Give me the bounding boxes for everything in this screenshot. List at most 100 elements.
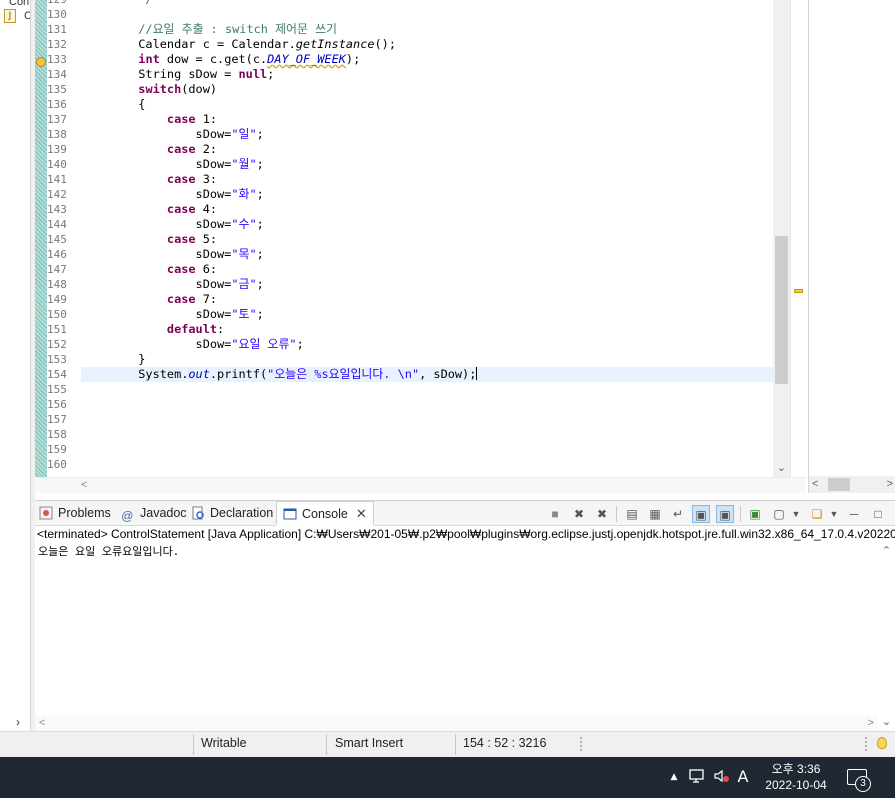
code-line[interactable]: case 5: <box>81 232 217 247</box>
code-line[interactable]: default: <box>81 322 224 337</box>
code-line[interactable]: case 3: <box>81 172 217 187</box>
code-line[interactable]: case 1: <box>81 112 217 127</box>
explorer-item-label[interactable]: C <box>24 10 30 22</box>
scroll-down-arrow-icon[interactable]: ⌄ <box>773 460 790 477</box>
chevron-up-icon[interactable]: ▲ <box>667 768 681 786</box>
console-vertical-scrollbar[interactable]: ⌃ ⌄ <box>878 544 895 732</box>
code-line[interactable]: int dow = c.get(c.DAY_OF_WEEK); <box>81 52 360 67</box>
chevron-down-icon[interactable]: ▼ <box>787 505 805 523</box>
code-line[interactable]: sDow="화"; <box>81 187 264 202</box>
code-token: case <box>166 232 196 246</box>
line-number: 135 <box>47 83 67 96</box>
code-line[interactable]: case 4: <box>81 202 217 217</box>
code-line[interactable]: sDow="목"; <box>81 247 264 262</box>
code-line[interactable]: switch(dow) <box>81 82 217 97</box>
open-console-icon[interactable]: ❏ <box>808 505 826 523</box>
tab-javadoc[interactable]: @ Javadoc <box>121 501 187 526</box>
scroll-lock-icon[interactable]: ▦ <box>646 505 664 523</box>
display-console-icon[interactable]: ▢ <box>770 505 788 523</box>
show-on-stdout-icon[interactable]: ▣ <box>692 505 710 523</box>
code-token: sDow= <box>81 217 232 231</box>
outline-horizontal-scrollbar[interactable]: < > <box>809 476 895 493</box>
code-line[interactable]: sDow="요일 오류"; <box>81 337 304 352</box>
show-on-stderr-icon[interactable]: ▣ <box>716 505 734 523</box>
code-line[interactable]: case 7: <box>81 292 217 307</box>
lightbulb-icon[interactable] <box>877 737 887 749</box>
code-line[interactable]: case 2: <box>81 142 217 157</box>
editor-vertical-scrollbar[interactable]: ⌄ <box>773 0 790 477</box>
close-icon[interactable]: ✕ <box>356 506 367 521</box>
line-number: 146 <box>47 248 67 261</box>
outline-scroll-thumb[interactable] <box>828 478 850 491</box>
code-token: (); <box>374 37 396 51</box>
warning-marker-icon[interactable] <box>36 57 46 67</box>
overview-warning-mark[interactable] <box>794 289 803 293</box>
maximize-icon[interactable]: □ <box>869 505 887 523</box>
pin-console-icon[interactable]: ▣ <box>746 505 764 523</box>
java-file-icon[interactable]: J <box>4 9 16 23</box>
editor-scroll-thumb[interactable] <box>775 236 788 384</box>
code-token: out <box>188 367 210 381</box>
editor-horizontal-scrollbar[interactable]: < <box>35 477 805 493</box>
remove-all-launches-icon[interactable]: ✖ <box>593 505 611 523</box>
chevron-down-icon[interactable]: ▼ <box>825 505 843 523</box>
code-token: "금" <box>231 277 257 291</box>
current-code-line[interactable]: System.out.printf("오늘은 %s요일입니다. \n", sDo… <box>81 367 773 382</box>
code-line[interactable]: Calendar c = Calendar.getInstance(); <box>81 37 396 52</box>
code-line[interactable]: sDow="일"; <box>81 127 264 142</box>
code-line[interactable]: */ <box>81 0 152 7</box>
code-area[interactable]: */ //요일 추출 : switch 제어문 쓰기 Calendar c = … <box>81 0 773 477</box>
scroll-left-arrow-icon[interactable]: < <box>39 715 45 732</box>
code-token: "화" <box>231 187 257 201</box>
word-wrap-icon[interactable]: ↵ <box>669 505 687 523</box>
notification-count-badge: 3 <box>855 776 871 792</box>
explorer-scroll-right-arrow[interactable]: › <box>0 713 30 731</box>
system-clock[interactable]: 오후 3:36 2022-10-04 <box>752 761 840 793</box>
tab-problems-label: Problems <box>58 506 111 520</box>
clear-console-icon[interactable]: ▤ <box>623 505 641 523</box>
tab-console-label: Console <box>302 507 348 521</box>
scroll-up-arrow-icon[interactable]: ⌃ <box>878 544 895 557</box>
code-line[interactable]: sDow="수"; <box>81 217 264 232</box>
minimize-icon[interactable]: ─ <box>845 505 863 523</box>
code-token: ; <box>256 217 264 231</box>
tab-declaration-label: Declaration <box>210 506 274 520</box>
java-editor[interactable]: 129130 131 132 133 134 135 136 137 138 139 140 141 1… <box>35 0 805 493</box>
problems-icon <box>39 504 53 520</box>
code-line[interactable]: sDow="토"; <box>81 307 264 322</box>
code-token: "오늘은 %s요일입니다. \n" <box>267 367 420 381</box>
scroll-down-arrow-icon[interactable]: ⌄ <box>878 715 895 728</box>
line-number: 150 <box>47 308 67 321</box>
code-line[interactable]: case 6: <box>81 262 217 277</box>
overview-ruler[interactable] <box>790 0 805 493</box>
scroll-right-arrow-icon[interactable]: > <box>887 476 893 493</box>
tab-problems[interactable]: Problems <box>39 501 111 526</box>
code-line[interactable]: sDow="금"; <box>81 277 264 292</box>
code-token: } <box>81 352 146 366</box>
code-line[interactable]: } <box>81 352 145 367</box>
code-line[interactable]: //요일 추출 : switch 제어문 쓰기 <box>81 22 337 37</box>
scroll-right-arrow-icon[interactable]: > <box>868 715 874 732</box>
code-line[interactable]: sDow="월"; <box>81 157 264 172</box>
tab-declaration[interactable]: Declaration <box>191 501 273 526</box>
ime-indicator[interactable]: A <box>735 768 751 786</box>
at-sign-icon: @ <box>121 509 134 523</box>
volume-muted-icon[interactable] <box>712 768 732 786</box>
scroll-left-arrow-icon[interactable]: < <box>812 476 818 493</box>
console-horizontal-scrollbar[interactable]: < > <box>35 715 878 732</box>
vertical-ruler[interactable] <box>35 0 47 477</box>
console-output-text[interactable]: 오늘은 요일 오류요일입니다. <box>35 544 895 560</box>
stop-icon[interactable]: ■ <box>546 505 564 523</box>
line-number: 132 <box>47 38 67 51</box>
network-icon[interactable] <box>688 768 708 786</box>
code-token: 2: <box>195 142 218 156</box>
code-line[interactable]: { <box>81 97 145 112</box>
remove-launch-icon[interactable]: ✖ <box>570 505 588 523</box>
scroll-left-arrow-icon[interactable]: < <box>81 478 87 493</box>
status-cursor-position[interactable]: 154 : 52 : 3216 <box>463 732 546 754</box>
tab-console[interactable]: Console ✕ <box>276 501 374 526</box>
line-number: 148 <box>47 278 67 291</box>
code-line[interactable]: String sDow = null; <box>81 67 274 82</box>
status-insert-mode[interactable]: Smart Insert <box>335 732 403 754</box>
